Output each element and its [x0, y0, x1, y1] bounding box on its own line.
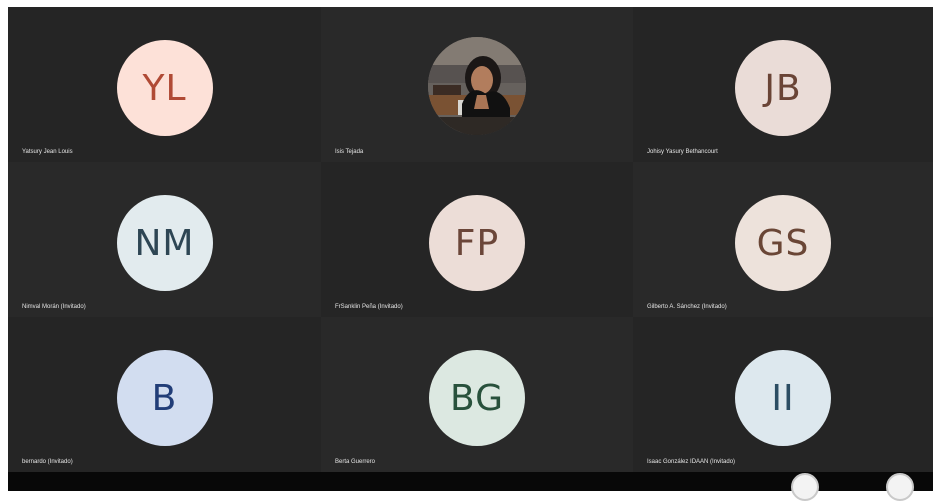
control-button[interactable] [886, 473, 914, 501]
participant-name: Gilberto A. Sánchez (Invitado) [647, 304, 727, 310]
avatar-jb: JB [735, 40, 831, 136]
avatar-initials: BG [450, 377, 504, 419]
participant-tile[interactable]: JB Johisy Yasury Bethancourt [633, 7, 933, 162]
avatar-initials: YL [142, 67, 187, 109]
avatar-nm: NM [116, 195, 213, 291]
meeting-stage: YL Yatsury Jean Louis Isis Tejada JB Joh… [8, 7, 933, 501]
participant-tile[interactable]: II Isaac González IDAAN (Invitado) [633, 317, 933, 472]
participant-name: Isaac González IDAAN (Invitado) [647, 459, 736, 465]
control-button[interactable] [791, 473, 819, 501]
participant-tile[interactable]: Isis Tejada [321, 7, 633, 162]
participant-tile[interactable]: GS Gilberto A. Sánchez (Invitado) [633, 162, 933, 317]
avatar-b: B [116, 350, 213, 446]
participant-name: Johisy Yasury Bethancourt [647, 149, 718, 155]
participant-tile[interactable]: BG Berta Guerrero [321, 317, 633, 472]
participant-name: FrSanklin Peña (Invitado) [335, 304, 403, 310]
avatar-initials: FP [454, 222, 500, 264]
participant-name: Isis Tejada [335, 149, 364, 155]
profile-photo [428, 37, 526, 135]
participant-grid: YL Yatsury Jean Louis Isis Tejada JB Joh… [8, 7, 933, 472]
participant-name: Nimval Morán (Invitado) [22, 304, 86, 310]
avatar-bg: BG [429, 350, 525, 446]
avatar-initials: II [771, 377, 795, 419]
participant-tile[interactable]: FP FrSanklin Peña (Invitado) [321, 162, 633, 317]
participant-tile[interactable]: B bernardo (Invitado) [8, 317, 321, 472]
avatar-initials: B [151, 377, 178, 419]
participant-tile[interactable]: NM Nimval Morán (Invitado) [8, 162, 321, 317]
avatar-initials: JB [764, 67, 802, 109]
screenshot-frame: YL Yatsury Jean Louis Isis Tejada JB Joh… [0, 0, 935, 501]
avatar-yl: YL [116, 40, 213, 136]
person-photo-icon [428, 37, 526, 135]
participant-name: Yatsury Jean Louis [22, 149, 73, 155]
participant-tile[interactable]: YL Yatsury Jean Louis [8, 7, 321, 162]
avatar-fp: FP [429, 195, 525, 291]
meeting-controls-bar [8, 472, 933, 501]
avatar-initials: NM [134, 222, 195, 264]
avatar-ii: II [735, 350, 831, 446]
participant-name: Berta Guerrero [335, 459, 376, 465]
avatar-initials: GS [756, 222, 810, 264]
avatar-gs: GS [735, 195, 831, 291]
participant-name: bernardo (Invitado) [22, 459, 73, 465]
